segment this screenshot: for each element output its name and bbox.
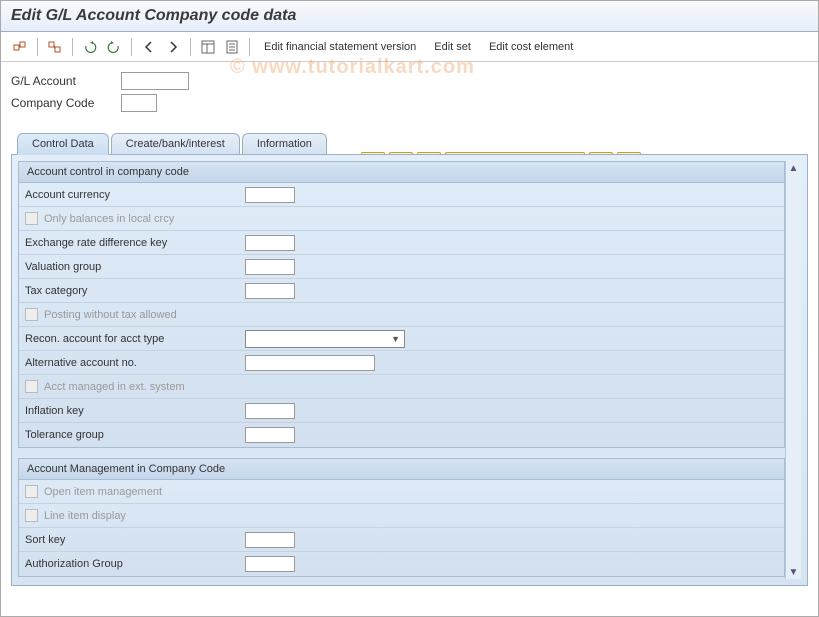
group-account-management-title: Account Management in Company Code [19, 459, 784, 480]
tab-body: Account control in company code Account … [11, 154, 808, 586]
group-account-control: Account control in company code Account … [18, 161, 785, 448]
next-icon[interactable] [162, 36, 184, 58]
sort-key-label: Sort key [25, 534, 245, 546]
edit-cost-element-link[interactable]: Edit cost element [481, 39, 581, 55]
scroll-up-icon[interactable]: ▲ [787, 161, 801, 175]
only-balances-checkbox [25, 212, 38, 225]
recon-account-label: Recon. account for acct type [25, 333, 245, 345]
header-form: G/L Account Company Code With Template [1, 62, 818, 122]
acct-managed-ext-checkbox [25, 380, 38, 393]
alt-account-input[interactable] [245, 355, 375, 371]
inflation-key-label: Inflation key [25, 405, 245, 417]
company-code-label: Company Code [11, 96, 121, 110]
tabs-header: Control Data Create/bank/interest Inform… [11, 133, 808, 155]
open-item-checkbox [25, 485, 38, 498]
inflation-key-input[interactable] [245, 403, 295, 419]
tax-category-label: Tax category [25, 285, 245, 297]
page-title: Edit G/L Account Company code data [1, 1, 818, 32]
document-icon[interactable] [221, 36, 243, 58]
tolerance-group-label: Tolerance group [25, 429, 245, 441]
exchange-rate-diff-label: Exchange rate difference key [25, 237, 245, 249]
exchange-rate-diff-input[interactable] [245, 235, 295, 251]
posting-without-tax-checkbox [25, 308, 38, 321]
group-account-control-title: Account control in company code [19, 162, 784, 183]
gl-account-input[interactable] [121, 72, 189, 90]
recon-account-select[interactable]: ▼ [245, 330, 405, 348]
tab-information[interactable]: Information [242, 133, 327, 155]
tabs-container: Control Data Create/bank/interest Inform… [11, 132, 808, 586]
gl-account-label: G/L Account [11, 74, 121, 88]
sort-key-input[interactable] [245, 532, 295, 548]
acct-managed-ext-label: Acct managed in ext. system [44, 381, 185, 393]
undo-icon[interactable] [79, 36, 101, 58]
company-code-input[interactable] [121, 94, 157, 112]
prev-icon[interactable] [138, 36, 160, 58]
tax-category-input[interactable] [245, 283, 295, 299]
line-item-checkbox [25, 509, 38, 522]
auth-group-label: Authorization Group [25, 558, 245, 570]
tree-collapse-icon[interactable] [9, 36, 31, 58]
auth-group-input[interactable] [245, 556, 295, 572]
scroll-down-icon[interactable]: ▼ [787, 565, 801, 579]
tab-create-bank-interest[interactable]: Create/bank/interest [111, 133, 240, 155]
valuation-group-label: Valuation group [25, 261, 245, 273]
alt-account-label: Alternative account no. [25, 357, 245, 369]
edit-fsv-link[interactable]: Edit financial statement version [256, 39, 424, 55]
account-currency-label: Account currency [25, 189, 245, 201]
separator [190, 38, 191, 56]
separator [37, 38, 38, 56]
separator [131, 38, 132, 56]
separator [249, 38, 250, 56]
valuation-group-input[interactable] [245, 259, 295, 275]
tree-expand-icon[interactable] [44, 36, 66, 58]
tolerance-group-input[interactable] [245, 427, 295, 443]
posting-without-tax-label: Posting without tax allowed [44, 309, 177, 321]
account-currency-input[interactable] [245, 187, 295, 203]
group-account-management: Account Management in Company Code Open … [18, 458, 785, 577]
tab-control-data[interactable]: Control Data [17, 133, 109, 155]
redo-icon[interactable] [103, 36, 125, 58]
line-item-label: Line item display [44, 510, 126, 522]
app-toolbar: Edit financial statement version Edit se… [1, 32, 818, 62]
scrollbar[interactable]: ▲ ▼ [785, 161, 801, 579]
separator [72, 38, 73, 56]
layout-icon[interactable] [197, 36, 219, 58]
edit-set-link[interactable]: Edit set [426, 39, 479, 55]
chevron-down-icon: ▼ [391, 334, 400, 344]
only-balances-label: Only balances in local crcy [44, 213, 174, 225]
open-item-label: Open item management [44, 486, 162, 498]
